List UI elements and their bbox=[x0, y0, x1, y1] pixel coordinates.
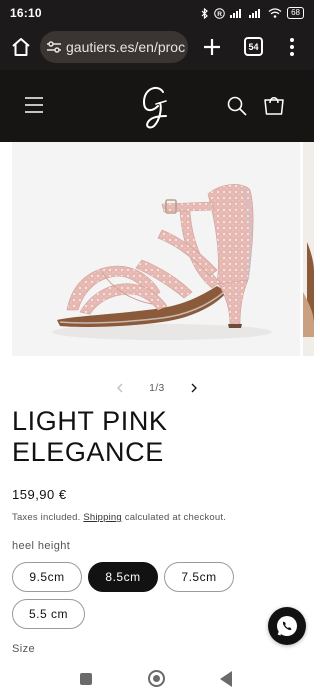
site-header bbox=[0, 70, 314, 142]
address-bar[interactable]: gautiers.es/en/proc bbox=[40, 31, 188, 63]
chevron-left-icon bbox=[117, 383, 123, 393]
product-title: LIGHT PINK ELEGANCE bbox=[12, 406, 168, 467]
svg-text:R: R bbox=[217, 11, 222, 18]
slider-controls: 1/3 bbox=[0, 376, 314, 400]
heel-option-9-5cm[interactable]: 9.5cm bbox=[12, 562, 82, 592]
url-text: gautiers.es/en/proc bbox=[66, 39, 186, 55]
recents-icon[interactable] bbox=[80, 673, 92, 685]
cart-icon[interactable] bbox=[263, 94, 285, 116]
whatsapp-icon bbox=[277, 616, 297, 636]
more-vert-icon[interactable] bbox=[284, 35, 300, 59]
wifi-icon bbox=[268, 8, 282, 18]
heel-option-5-5cm[interactable]: 5.5 cm bbox=[12, 599, 85, 629]
plus-icon[interactable] bbox=[200, 35, 224, 59]
next-product-image[interactable] bbox=[303, 142, 314, 356]
r-icon: R bbox=[214, 7, 225, 19]
tax-note-suffix: calculated at checkout. bbox=[124, 512, 226, 523]
site-settings-icon[interactable] bbox=[46, 40, 62, 54]
hamburger-menu-icon[interactable] bbox=[24, 96, 44, 114]
status-icons: R 68 bbox=[201, 7, 304, 19]
gautiers-logo[interactable] bbox=[136, 82, 176, 130]
chevron-right-icon bbox=[191, 383, 197, 393]
product-price: 159,90 € bbox=[12, 487, 67, 502]
tax-note-prefix: Taxes included. bbox=[12, 512, 81, 523]
home-icon[interactable] bbox=[10, 36, 32, 58]
signal-icon bbox=[249, 9, 261, 18]
shoe-illustration bbox=[52, 184, 272, 340]
home-circle-icon[interactable] bbox=[148, 670, 165, 687]
back-icon[interactable] bbox=[220, 671, 232, 687]
signal-icon bbox=[230, 9, 242, 18]
status-time: 16:10 bbox=[10, 6, 42, 20]
bluetooth-icon bbox=[201, 7, 208, 19]
status-bar: 16:10 R 68 bbox=[0, 0, 314, 26]
shipping-link[interactable]: Shipping bbox=[83, 512, 122, 523]
next-image-peek bbox=[303, 242, 314, 337]
system-nav-bar bbox=[0, 662, 314, 698]
tax-note: Taxes included. Shipping calculated at c… bbox=[12, 512, 226, 523]
heel-option-8-5cm[interactable]: 8.5cm bbox=[88, 562, 158, 592]
product-gallery[interactable] bbox=[0, 142, 314, 358]
search-icon[interactable] bbox=[226, 95, 248, 117]
tabs-button[interactable]: 54 bbox=[244, 37, 263, 56]
slider-next-button[interactable] bbox=[187, 381, 201, 395]
size-label: Size bbox=[12, 643, 35, 655]
heel-height-label: heel height bbox=[12, 540, 71, 552]
slider-counter: 1/3 bbox=[149, 382, 165, 394]
heel-option-7-5cm[interactable]: 7.5cm bbox=[164, 562, 234, 592]
browser-toolbar: gautiers.es/en/proc 54 bbox=[0, 26, 314, 70]
slider-prev-button[interactable] bbox=[113, 381, 127, 395]
product-image[interactable] bbox=[12, 142, 300, 356]
battery-icon: 68 bbox=[287, 7, 304, 19]
whatsapp-button[interactable] bbox=[268, 607, 306, 645]
